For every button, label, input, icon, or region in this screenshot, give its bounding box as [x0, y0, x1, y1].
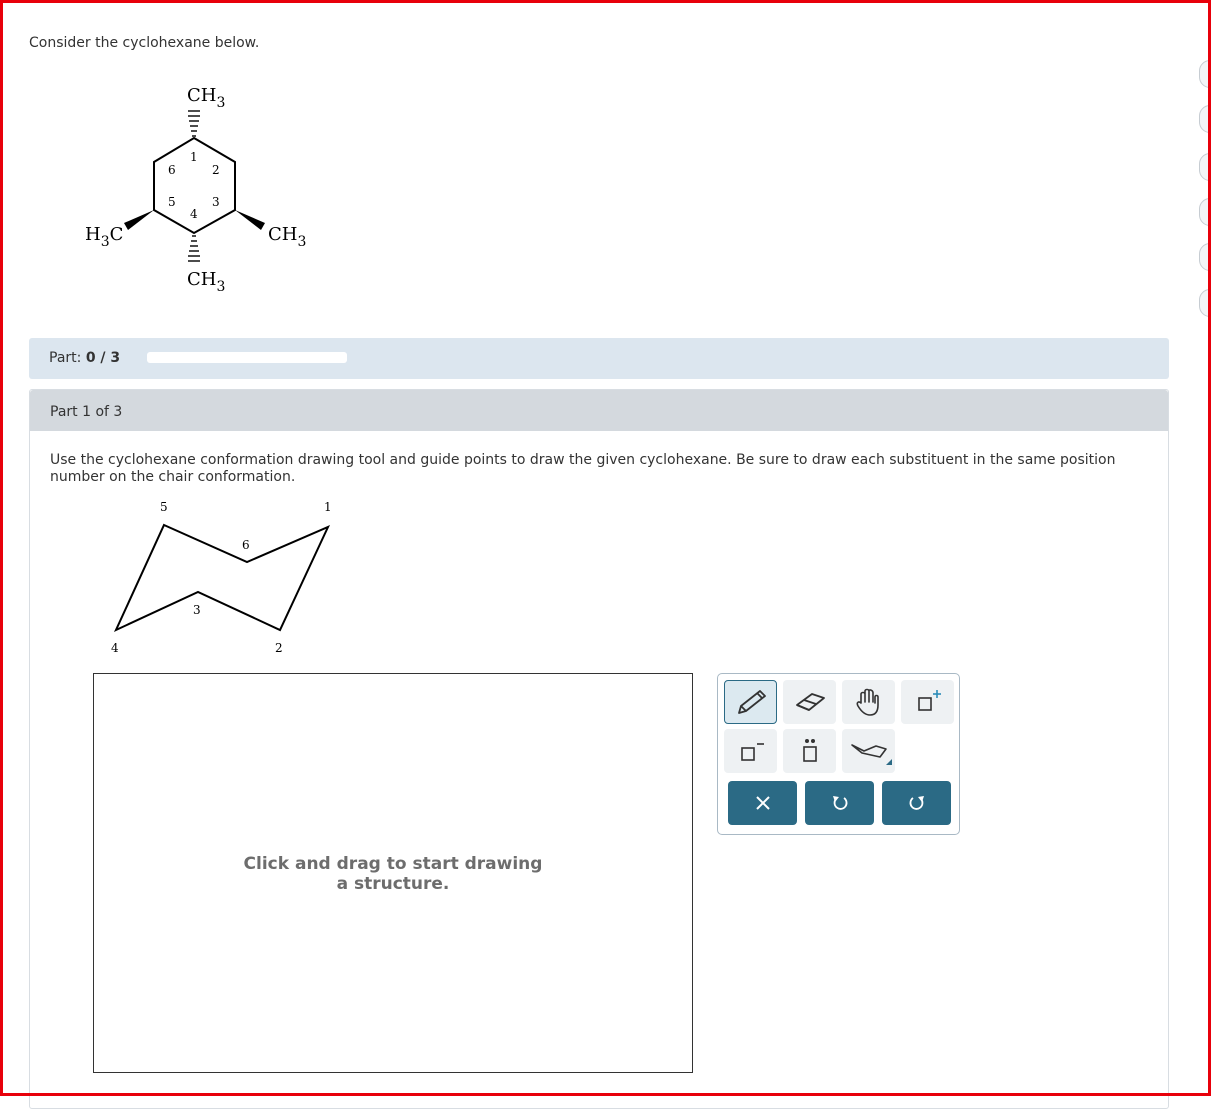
- side-button-4[interactable]: [1199, 198, 1211, 226]
- cyclohexane-template-icon: [850, 744, 892, 765]
- chair-number-5: 5: [160, 500, 168, 514]
- undo-icon: [832, 796, 847, 810]
- remove-charge-icon: [740, 743, 764, 761]
- undo-button[interactable]: [805, 781, 874, 825]
- chair-number-1: 1: [324, 500, 332, 514]
- hand-icon: [856, 688, 879, 716]
- side-button-3[interactable]: [1199, 153, 1211, 181]
- side-button-5[interactable]: [1199, 243, 1211, 271]
- pencil-icon: [737, 690, 766, 714]
- drawing-toolbar: [717, 673, 960, 835]
- hand-tool-button[interactable]: [842, 680, 895, 724]
- cyclohexane-template-button[interactable]: [842, 729, 895, 773]
- clear-icon: [755, 796, 770, 810]
- chair-number-2: 2: [275, 641, 283, 655]
- canvas-hint: Click and drag to start drawing a struct…: [243, 854, 543, 894]
- clear-button[interactable]: [728, 781, 797, 825]
- eraser-icon: [795, 693, 825, 711]
- chair-guide: 1 2 3 4 5 6: [111, 500, 332, 655]
- chair-outline: [113, 523, 331, 633]
- chair-number-3: 3: [193, 603, 201, 617]
- redo-icon: [909, 796, 924, 810]
- add-charge-tool-button[interactable]: [901, 680, 954, 724]
- add-charge-icon: [917, 690, 941, 711]
- chair-number-6: 6: [242, 538, 250, 552]
- side-button-1[interactable]: [1199, 60, 1211, 88]
- chair-number-4: 4: [111, 641, 119, 655]
- remove-charge-tool-button[interactable]: [724, 729, 777, 773]
- pencil-tool-button[interactable]: [724, 680, 777, 724]
- drawing-canvas[interactable]: Click and drag to start drawing a struct…: [93, 673, 693, 1073]
- eraser-tool-button[interactable]: [783, 680, 836, 724]
- redo-button[interactable]: [882, 781, 951, 825]
- lone-pair-tool-button[interactable]: [783, 729, 836, 773]
- side-button-2[interactable]: [1199, 105, 1211, 133]
- lone-pair-icon: [802, 739, 817, 762]
- side-button-6[interactable]: [1199, 289, 1211, 317]
